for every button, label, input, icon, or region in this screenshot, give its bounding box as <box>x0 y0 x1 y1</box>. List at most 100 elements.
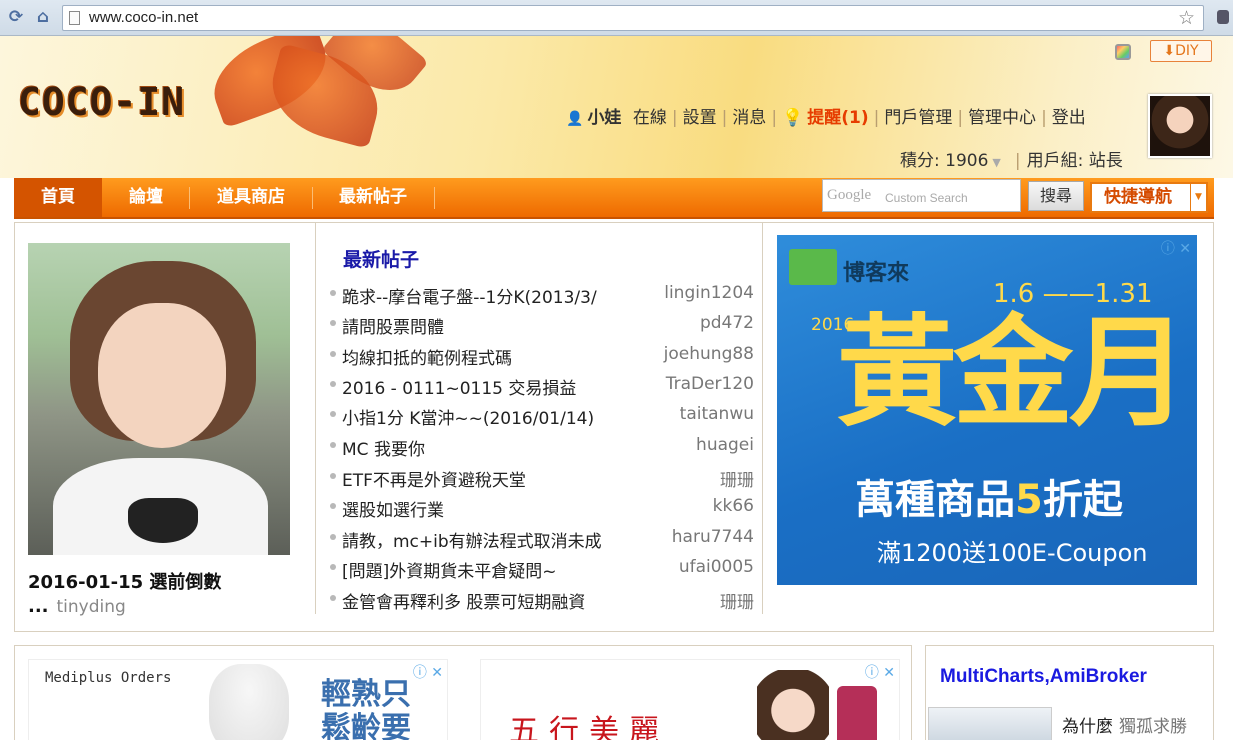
list-item[interactable]: 金管會再釋利多 股票可短期融資 珊珊 <box>328 584 754 614</box>
ad-choices-icon[interactable]: ⓘ ✕ <box>865 662 895 682</box>
download-arrow-icon: ⬇ <box>1163 43 1176 59</box>
product-image <box>209 664 289 740</box>
post-title[interactable]: [問題]外資期貨未平倉疑問~ <box>342 557 557 582</box>
post-title[interactable]: 請問股票問體 <box>342 313 444 338</box>
post-title[interactable]: 跪求--摩台電子盤--1分K(2013/3/ <box>342 283 597 308</box>
quick-nav-dropdown[interactable]: 快捷導航 ▼ <box>1090 182 1208 213</box>
post-title[interactable]: 請教，mc+ib有辦法程式取消未成 <box>342 527 602 552</box>
post-author[interactable]: joehung88 <box>664 344 754 364</box>
quick-nav-label: 快捷導航 <box>1104 187 1172 207</box>
list-item[interactable]: MC 我要你 huagei <box>328 431 754 461</box>
ad-brand: 博客來 <box>843 261 910 286</box>
search-brand: Google <box>827 187 872 203</box>
search-placeholder: Custom Search <box>885 191 968 205</box>
diy-button[interactable]: ⬇DIY <box>1150 40 1212 62</box>
post-title[interactable]: 均線扣抵的範例程式碼 <box>342 344 512 369</box>
featured-caption[interactable]: 2016-01-15 選前倒數 ... tinyding <box>28 571 308 619</box>
online-status[interactable]: 在線 <box>633 103 667 128</box>
chevron-down-icon: ▼ <box>1190 184 1206 211</box>
ad-coupon: 滿1200送100E-Coupon <box>877 539 1148 567</box>
post-author[interactable]: taitanwu <box>680 404 754 424</box>
user-credits: 積分: 1906 ▼ | 用戶組: 站長 <box>900 151 1123 171</box>
post-author[interactable]: kk66 <box>713 496 754 516</box>
nav-shop[interactable]: 道具商店 <box>190 178 312 217</box>
portal-admin-link[interactable]: 門戶管理 <box>884 103 952 128</box>
credits-value[interactable]: 積分: 1906 <box>900 151 988 171</box>
messages-link[interactable]: 消息 <box>732 103 766 128</box>
post-author[interactable]: TraDer120 <box>666 374 754 394</box>
ad-headline: 五行美麗 <box>509 714 669 740</box>
list-item[interactable]: 選股如選行業 kk66 <box>328 492 754 522</box>
list-item[interactable]: 請教，mc+ib有辦法程式取消未成 haru7744 <box>328 523 754 553</box>
list-item[interactable]: [問題]外資期貨未平倉疑問~ ufai0005 <box>328 553 754 583</box>
post-author[interactable]: pd472 <box>700 313 754 333</box>
post-author[interactable]: ufai0005 <box>679 557 754 577</box>
list-item[interactable]: 2016 - 0111~0115 交易損益 TraDer120 <box>328 370 754 400</box>
ad-headline: 黃金月 <box>837 302 1189 443</box>
post-author[interactable]: 珊珊 <box>720 466 754 491</box>
brand-logo-icon <box>789 249 837 285</box>
ad-subheadline: 萬種商品5折起 <box>855 477 1123 523</box>
post-author[interactable]: 珊珊 <box>720 588 754 613</box>
post-author[interactable]: haru7744 <box>672 527 754 547</box>
chevron-down-icon[interactable]: ▼ <box>992 156 1000 169</box>
home-icon[interactable]: ⌂ <box>33 7 53 27</box>
list-item[interactable]: 請問股票問體 pd472 <box>328 309 754 339</box>
post-author[interactable]: lingin1204 <box>664 283 754 303</box>
latest-posts-panel: 最新帖子 跪求--摩台電子盤--1分K(2013/3/lingin1204 請問… <box>315 223 763 614</box>
admin-center-link[interactable]: 管理中心 <box>968 103 1036 128</box>
featured-photo[interactable] <box>28 243 290 555</box>
bookmark-star-icon[interactable]: ☆ <box>1178 7 1195 29</box>
post-title[interactable]: 金管會再釋利多 股票可短期融資 <box>342 588 585 613</box>
diy-label: DIY <box>1175 43 1199 59</box>
usergroup-label: 用戶組: 站長 <box>1026 151 1123 171</box>
main-nav: 首頁 論壇 道具商店 最新帖子 Google Custom Search 搜尋 … <box>14 178 1214 219</box>
lower-ads-panel: ⓘ ✕ Mediplus Orders 輕熟只 鬆齡要 ⓘ ✕ 五行美麗 <box>14 645 912 740</box>
logout-link[interactable]: 登出 <box>1052 103 1086 128</box>
post-title[interactable]: ETF不再是外資避稅天堂 <box>342 466 526 491</box>
extension-icon[interactable] <box>1217 10 1229 24</box>
theme-icon[interactable] <box>1115 44 1131 60</box>
avatar[interactable] <box>1148 94 1212 158</box>
reload-icon[interactable]: ⟳ <box>6 7 26 27</box>
featured-author[interactable]: tinyding <box>57 597 126 617</box>
ad-banner[interactable]: ⓘ ✕ Mediplus Orders 輕熟只 鬆齡要 <box>28 659 448 740</box>
address-bar[interactable]: www.coco-in.net ☆ <box>62 5 1204 31</box>
nav-home[interactable]: 首頁 <box>14 178 102 217</box>
list-item[interactable]: ETF不再是外資避稅天堂 珊珊 <box>328 462 754 492</box>
content-panel: 2016-01-15 選前倒數 ... tinyding 最新帖子 跪求--摩台電… <box>14 222 1214 632</box>
list-item[interactable]: 跪求--摩台電子盤--1分K(2013/3/lingin1204 <box>328 279 754 309</box>
search-button[interactable]: 搜尋 <box>1028 181 1084 211</box>
post-author[interactable]: huagei <box>696 435 754 455</box>
site-logo[interactable]: COCO-IN <box>18 80 185 124</box>
nav-latest-posts[interactable]: 最新帖子 <box>312 178 434 217</box>
post-title[interactable]: MC 我要你 <box>342 435 425 460</box>
url-text[interactable]: www.coco-in.net <box>89 9 198 26</box>
latest-posts-title: 最新帖子 <box>343 249 420 271</box>
user-icon: 👤 <box>566 111 584 127</box>
post-title[interactable]: 選股如選行業 <box>342 496 444 521</box>
post-title[interactable]: 小指1分 K當沖~~(2016/01/14) <box>342 404 594 429</box>
post-title[interactable]: 2016 - 0111~0115 交易損益 <box>342 374 576 399</box>
reminders-link[interactable]: 提醒(1) <box>807 103 868 128</box>
sidebar-panel: MultiCharts,AmiBroker 為什麼 獨孤求勝 <box>925 645 1214 740</box>
browser-toolbar: ⟳ ⌂ www.coco-in.net ☆ <box>0 0 1233 36</box>
search-input[interactable]: Google Custom Search <box>822 179 1021 212</box>
sidebar-title[interactable]: MultiCharts,AmiBroker <box>940 666 1147 688</box>
username-link[interactable]: 小娃 <box>587 103 621 128</box>
user-nav: 👤 小娃 在線 | 設置 | 消息 | 💡 提醒(1) | 門戶管理 | 管理中心 | 登出 <box>566 103 1086 128</box>
product-image <box>837 686 877 740</box>
ad-title: Mediplus Orders <box>45 670 172 686</box>
sidebar-item[interactable]: 為什麼 獨孤求勝 <box>1062 712 1187 737</box>
page-icon <box>69 11 80 25</box>
ad-choices-icon[interactable]: ⓘ ✕ <box>1161 238 1191 258</box>
bulb-icon: 💡 <box>782 108 804 128</box>
nav-forum[interactable]: 論壇 <box>102 178 190 217</box>
list-item[interactable]: 均線扣抵的範例程式碼 joehung88 <box>328 340 754 370</box>
list-item[interactable]: 小指1分 K當沖~~(2016/01/14) taitanwu <box>328 400 754 430</box>
ad-banner[interactable]: ⓘ ✕ 五行美麗 <box>480 659 900 740</box>
sidebar-thumbnail[interactable] <box>928 707 1052 740</box>
ad-banner[interactable]: ⓘ ✕ 博客來 1.6 ——1.31 2016 黃金月 萬種商品5折起 滿120… <box>777 235 1197 585</box>
settings-link[interactable]: 設置 <box>683 103 717 128</box>
ad-headline: 輕熟只 鬆齡要 <box>321 677 411 740</box>
